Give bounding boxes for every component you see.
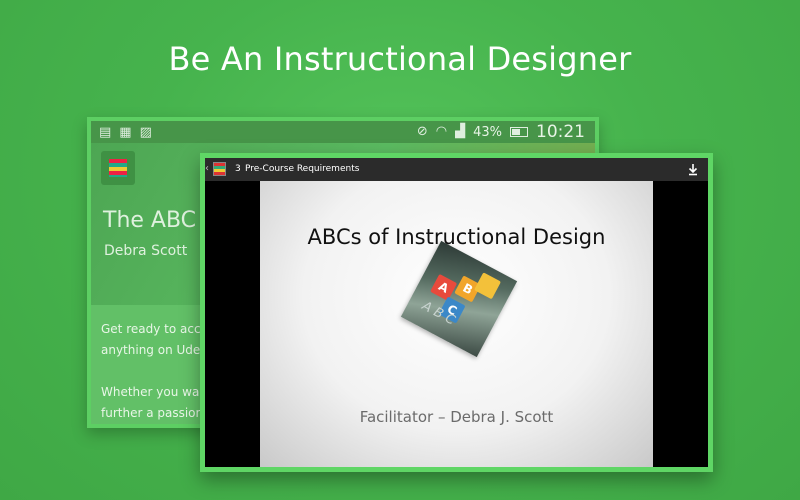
back-chevron-icon[interactable]: ‹ — [205, 162, 209, 176]
block-a: A — [430, 273, 458, 301]
download-button[interactable] — [686, 162, 700, 177]
slide-facilitator: Facilitator – Debra J. Scott — [359, 408, 554, 426]
books-icon — [109, 159, 127, 177]
download-icon — [688, 164, 698, 176]
video-slide: ABCs of Instructional Design A B C A B C… — [260, 181, 653, 467]
lecture-number: 3 — [235, 164, 241, 174]
battery-percent: 43% — [473, 124, 502, 140]
wifi-icon: ◠ — [435, 124, 448, 139]
video-player-screen[interactable]: ‹ 3 Pre-Course Requirements ABCs of Inst… — [205, 158, 708, 467]
clock: 10:21 — [536, 122, 585, 142]
status-left: ▤ ▦ ▨ — [99, 124, 152, 142]
course-author: Debra Scott — [104, 243, 188, 259]
video-topbar: ‹ 3 Pre-Course Requirements — [205, 158, 708, 181]
status-right: ⊘ ◠ ▟ 43% 10:21 — [417, 122, 585, 142]
alert-icon: ▦ — [119, 125, 132, 140]
mute-icon: ⊘ — [416, 124, 428, 139]
signal-icon: ▟ — [455, 124, 466, 139]
headline: Be An Instructional Designer — [168, 40, 632, 78]
block-d — [473, 272, 502, 300]
front-screenshot-frame: ‹ 3 Pre-Course Requirements ABCs of Inst… — [200, 153, 713, 472]
status-bar: ▤ ▦ ▨ ⊘ ◠ ▟ 43% 10:21 — [91, 121, 595, 143]
slide-title: ABCs of Instructional Design — [307, 225, 606, 249]
abc-blocks-image: A B C A B C — [400, 240, 518, 358]
lecture-title: Pre-Course Requirements — [245, 164, 360, 174]
course-title: The ABC — [103, 208, 197, 233]
image-icon: ▨ — [139, 125, 152, 140]
battery-icon — [510, 127, 528, 137]
notification-icon: ▤ — [99, 125, 112, 140]
app-icon — [213, 162, 226, 176]
app-icon[interactable] — [101, 151, 135, 185]
